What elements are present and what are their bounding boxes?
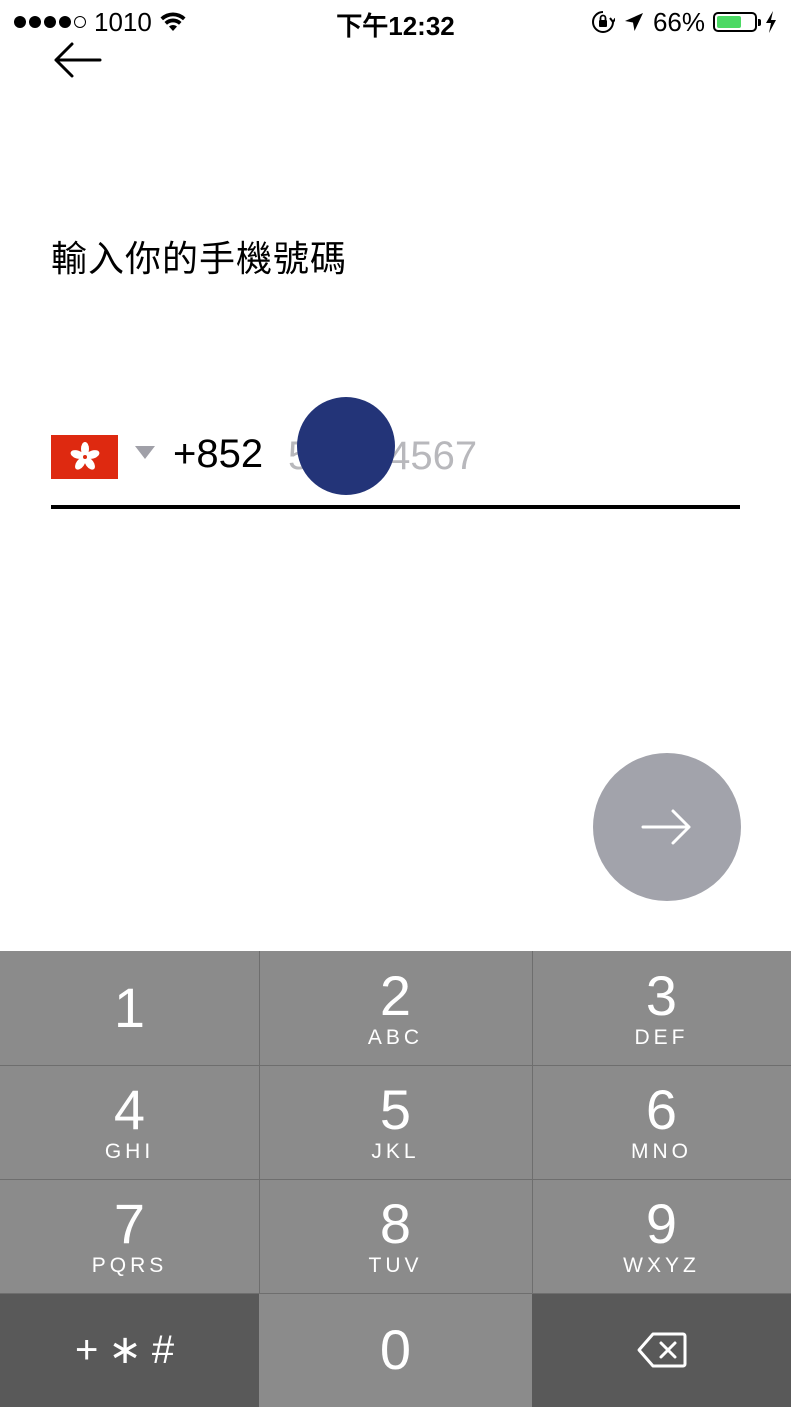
key-letters: JKL	[371, 1140, 420, 1163]
country-selector[interactable]	[51, 435, 118, 479]
hong-kong-flag-icon	[70, 442, 99, 470]
symbols-label: +∗#	[74, 1328, 185, 1372]
location-arrow-icon	[624, 13, 643, 31]
touch-indicator	[297, 397, 395, 495]
chevron-down-icon[interactable]	[135, 446, 155, 459]
status-bar: 1010 下午12:32 66%	[0, 0, 791, 44]
keypad-divider	[532, 951, 533, 1293]
phone-input-row: +852	[51, 420, 740, 509]
key-0[interactable]: 0	[259, 1293, 532, 1407]
key-8[interactable]: 8 TUV	[259, 1179, 532, 1293]
battery-percent: 66%	[652, 6, 705, 37]
key-letters: PQRS	[91, 1254, 168, 1277]
backspace-icon	[637, 1332, 686, 1368]
keypad-divider	[259, 951, 260, 1293]
arrow-right-icon	[641, 809, 691, 845]
key-7[interactable]: 7 PQRS	[0, 1179, 259, 1293]
key-digit: 0	[379, 1318, 412, 1381]
status-right: 66%	[591, 6, 777, 38]
key-letters: GHI	[104, 1140, 155, 1163]
key-digit: 6	[645, 1078, 678, 1141]
charging-bolt-icon	[766, 11, 776, 33]
key-5[interactable]: 5 JKL	[259, 1065, 532, 1179]
arrow-left-icon	[54, 42, 102, 78]
key-1[interactable]: 1	[0, 951, 259, 1065]
key-letters: TUV	[368, 1254, 423, 1277]
key-digit: 9	[645, 1192, 678, 1255]
key-digit: 2	[379, 964, 412, 1027]
battery-icon	[713, 12, 761, 32]
key-digit: 7	[113, 1192, 146, 1255]
key-letters: DEF	[634, 1026, 689, 1049]
page-title: 輸入你的手機號碼	[51, 239, 348, 280]
numeric-keypad: 1 2 ABC 3 DEF 4 GHI 5 JKL 6 MNO 7 PQRS 8…	[0, 951, 791, 1407]
keypad-divider	[0, 1293, 791, 1294]
back-button[interactable]	[50, 38, 104, 82]
key-digit: 4	[113, 1078, 146, 1141]
key-9[interactable]: 9 WXYZ	[532, 1179, 791, 1293]
battery-level-fill	[717, 16, 741, 28]
symbols-key[interactable]: +∗#	[0, 1293, 259, 1407]
key-digit: 5	[379, 1078, 412, 1141]
keypad-divider	[0, 1179, 791, 1180]
delete-key[interactable]	[532, 1293, 791, 1407]
key-2[interactable]: 2 ABC	[259, 951, 532, 1065]
key-letters: WXYZ	[623, 1254, 700, 1277]
key-digit: 1	[113, 976, 146, 1039]
orientation-lock-icon	[591, 11, 615, 33]
key-6[interactable]: 6 MNO	[532, 1065, 791, 1179]
key-letters: MNO	[631, 1140, 692, 1163]
key-4[interactable]: 4 GHI	[0, 1065, 259, 1179]
key-digit: 8	[379, 1192, 412, 1255]
country-code: +852	[173, 432, 264, 476]
keypad-divider	[0, 1065, 791, 1066]
next-button[interactable]	[593, 753, 741, 901]
key-digit: 3	[645, 964, 678, 1027]
key-3[interactable]: 3 DEF	[532, 951, 791, 1065]
key-letters: ABC	[367, 1026, 424, 1049]
input-underline	[51, 505, 740, 509]
